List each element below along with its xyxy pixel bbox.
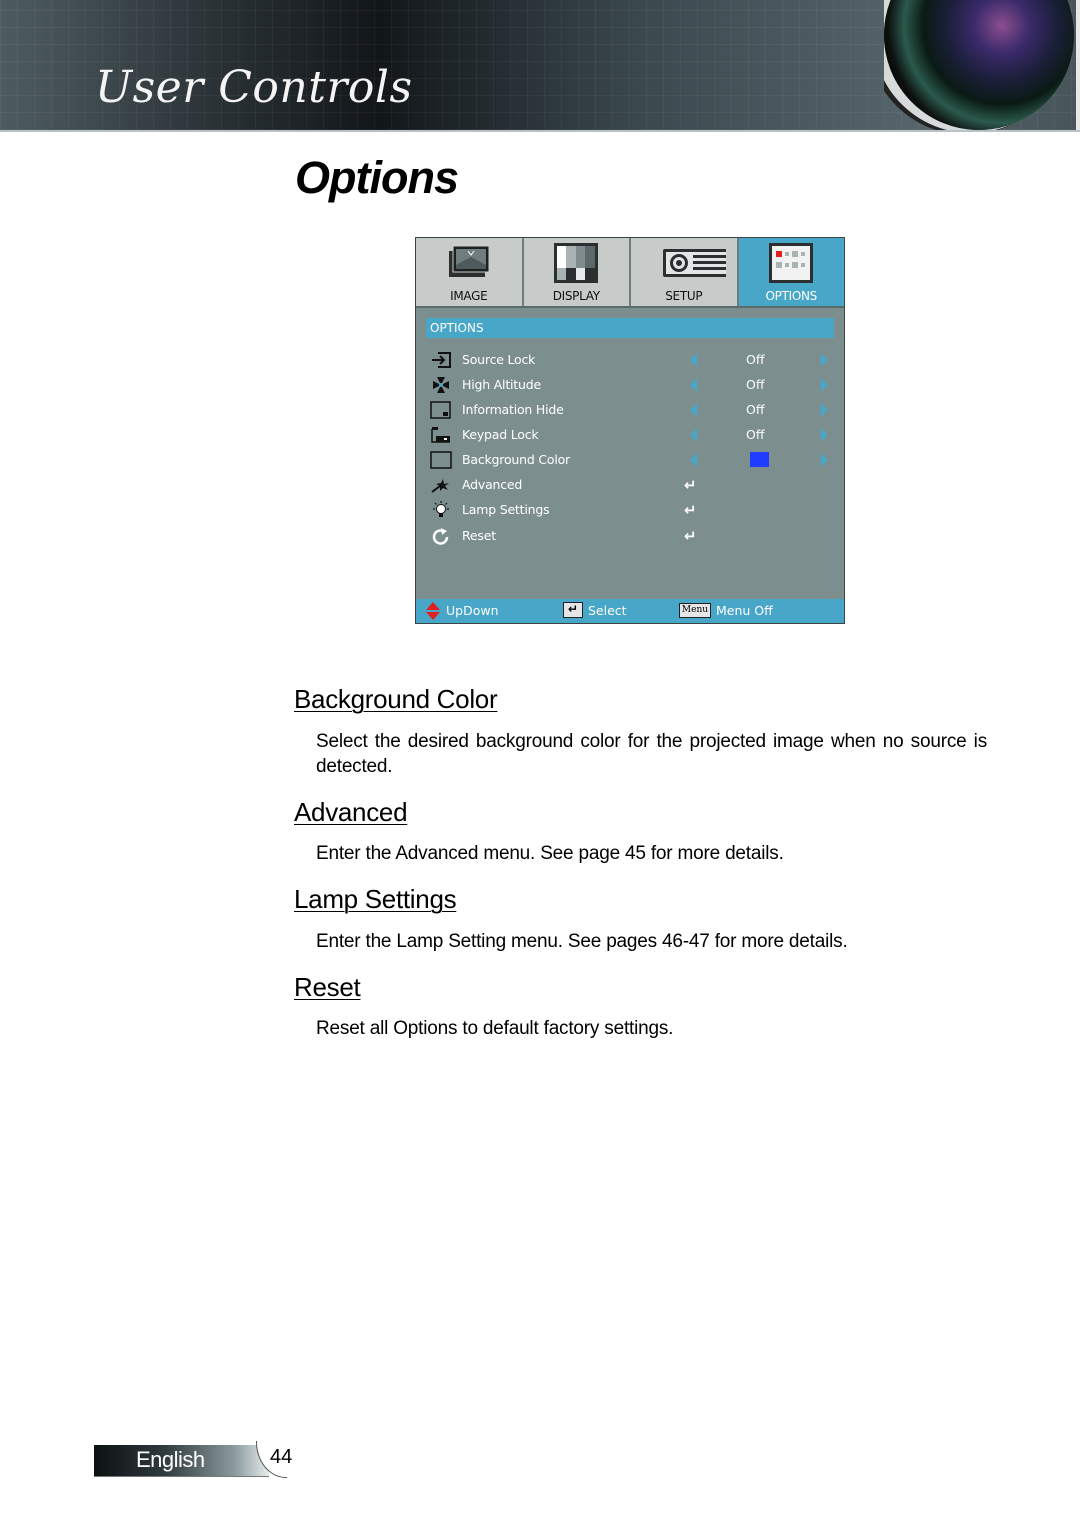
osd-row-label: Source Lock bbox=[462, 352, 536, 367]
osd-row-label: High Altitude bbox=[462, 377, 541, 392]
osd-row-value: Off bbox=[746, 352, 765, 367]
menu-key-icon: Menu bbox=[679, 603, 711, 618]
tab-display-label: DISPLAY bbox=[552, 289, 600, 303]
osd-row-label: Information Hide bbox=[462, 402, 564, 417]
section-body-lamp-settings: Enter the Lamp Setting menu. See pages 4… bbox=[316, 931, 848, 952]
language-label: English bbox=[136, 1447, 205, 1472]
osd-row-source-lock[interactable]: Source Lock Off bbox=[416, 349, 844, 371]
header-banner: User Controls bbox=[0, 0, 1080, 132]
section-heading-lamp-settings: Lamp Settings bbox=[294, 884, 457, 914]
section-body-advanced: Enter the Advanced menu. See page 45 for… bbox=[316, 843, 784, 864]
osd-tabs: IMAGE DISPLAY SETUP OPTIONS bbox=[416, 238, 844, 308]
decrease-arrow-icon[interactable] bbox=[690, 403, 697, 417]
osd-row-value: Off bbox=[746, 402, 765, 417]
lens-graphic bbox=[884, 0, 1074, 130]
lamp-icon bbox=[433, 501, 449, 517]
osd-row-label: Advanced bbox=[462, 477, 523, 492]
osd-row-background-color[interactable]: Background Color bbox=[416, 449, 844, 471]
tab-image[interactable]: IMAGE bbox=[416, 238, 524, 306]
enter-icon[interactable]: ↵ bbox=[684, 527, 697, 545]
background-color-icon bbox=[430, 451, 452, 469]
osd-row-label: Keypad Lock bbox=[462, 427, 539, 442]
section-body-background-color: Select the desired background color for … bbox=[316, 731, 987, 777]
increase-arrow-icon[interactable] bbox=[821, 403, 828, 417]
osd-row-lamp-settings[interactable]: Lamp Settings ↵ bbox=[416, 499, 844, 521]
increase-arrow-icon[interactable] bbox=[821, 428, 828, 442]
banner-edge bbox=[1076, 0, 1080, 130]
updown-arrow-icon bbox=[426, 602, 440, 620]
reset-icon bbox=[432, 528, 449, 545]
section-heading-background-color: Background Color bbox=[294, 684, 498, 714]
tab-image-label: IMAGE bbox=[450, 289, 488, 303]
osd-row-label: Reset bbox=[462, 528, 496, 543]
fan-icon bbox=[433, 377, 449, 393]
decrease-arrow-icon[interactable] bbox=[690, 428, 697, 442]
osd-row-information-hide[interactable]: Information Hide Off bbox=[416, 399, 844, 421]
section-heading-advanced: Advanced bbox=[294, 797, 408, 827]
osd-section-header: OPTIONS bbox=[426, 318, 834, 338]
language-tab: English bbox=[94, 1445, 269, 1477]
enter-icon[interactable]: ↵ bbox=[684, 476, 697, 494]
decrease-arrow-icon[interactable] bbox=[690, 353, 697, 367]
osd-menu: IMAGE DISPLAY SETUP OPTIONS OPTIONS Sour… bbox=[415, 237, 845, 624]
osd-footer-bar: UpDown ↵ Select Menu Menu Off bbox=[416, 599, 844, 623]
keypad-lock-icon bbox=[431, 427, 450, 443]
updown-hint: UpDown bbox=[446, 603, 499, 618]
section-title: User Controls bbox=[95, 62, 413, 113]
increase-arrow-icon[interactable] bbox=[821, 353, 828, 367]
select-hint: Select bbox=[588, 603, 627, 618]
projector-icon bbox=[662, 249, 726, 277]
tab-setup-label: SETUP bbox=[665, 289, 703, 303]
options-icon bbox=[769, 243, 814, 283]
advanced-icon bbox=[431, 479, 449, 493]
tab-display[interactable]: DISPLAY bbox=[523, 238, 631, 306]
enter-icon[interactable]: ↵ bbox=[684, 501, 697, 519]
osd-row-reset[interactable]: Reset ↵ bbox=[416, 525, 844, 547]
source-lock-icon bbox=[432, 352, 451, 368]
info-hide-icon bbox=[430, 401, 451, 419]
osd-row-advanced[interactable]: Advanced ↵ bbox=[416, 474, 844, 496]
osd-row-high-altitude[interactable]: High Altitude Off bbox=[416, 374, 844, 396]
section-heading-reset: Reset bbox=[294, 972, 361, 1002]
menu-off-hint: Menu Off bbox=[716, 603, 773, 618]
osd-row-value: Off bbox=[746, 377, 765, 392]
osd-row-value: Off bbox=[746, 427, 765, 442]
page-title: Options bbox=[295, 152, 459, 203]
tab-options[interactable]: OPTIONS bbox=[738, 238, 844, 306]
decrease-arrow-icon[interactable] bbox=[690, 378, 697, 392]
increase-arrow-icon[interactable] bbox=[821, 378, 828, 392]
page-number: 44 bbox=[270, 1446, 293, 1468]
display-icon bbox=[554, 243, 599, 283]
decrease-arrow-icon[interactable] bbox=[690, 453, 697, 467]
tab-setup[interactable]: SETUP bbox=[631, 238, 739, 306]
osd-row-keypad-lock[interactable]: Keypad Lock Off bbox=[416, 424, 844, 446]
image-icon bbox=[448, 245, 490, 277]
tab-options-label: OPTIONS bbox=[765, 289, 818, 303]
osd-row-label: Background Color bbox=[462, 452, 570, 467]
background-color-swatch bbox=[750, 452, 769, 467]
enter-key-icon: ↵ bbox=[563, 602, 583, 618]
increase-arrow-icon[interactable] bbox=[821, 453, 828, 467]
osd-row-label: Lamp Settings bbox=[462, 502, 550, 517]
section-body-reset: Reset all Options to default factory set… bbox=[316, 1018, 674, 1039]
